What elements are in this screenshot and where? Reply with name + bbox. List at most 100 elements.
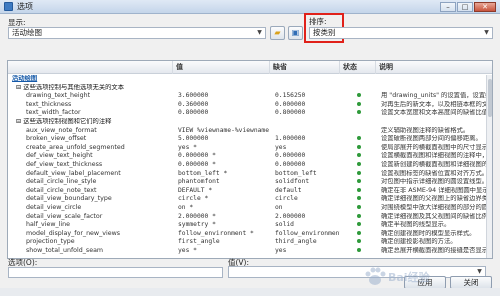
status-cell [344, 221, 374, 230]
status-cell [344, 195, 374, 204]
option-default: circle [275, 195, 298, 203]
option-description: 对包图中指示详细视图的圆设置线型。 [381, 178, 488, 186]
col-status-header[interactable]: 状态 [340, 61, 376, 74]
option-value: 5.000000 [178, 135, 209, 143]
close-window-button[interactable]: ✕ [474, 1, 496, 12]
table-row[interactable]: half_view_line symmetry * solid 确定半视图的线型显示。 [8, 221, 488, 230]
status-ok-icon [357, 213, 361, 218]
status-ok-icon [357, 204, 361, 209]
table-row[interactable]: detail_view_boundary_type circle * circle 确… [8, 195, 488, 204]
option-value: yes * [178, 143, 197, 151]
option-name: broken_view_offset [26, 135, 87, 143]
option-default: 0.000000 [275, 160, 306, 168]
option-value: 0.800000 [178, 109, 209, 117]
table-row[interactable]: broken_view_offset 5.000000 1.000000 设置破断视图… [8, 135, 488, 144]
option-description: 确定半视图的线型显示。 [381, 221, 451, 229]
save-config-button[interactable]: ▣ [288, 26, 303, 40]
col-desc-header[interactable]: 说明 [376, 61, 492, 74]
table-row[interactable]: show_total_unfold_seam yes * yes 确定总展开横截面视图… [8, 247, 488, 256]
group-row[interactable]: 活动绘图 [8, 75, 488, 84]
scroll-thumb[interactable] [488, 79, 492, 117]
option-name: detail_view_scale_factor [26, 212, 103, 220]
table-row[interactable]: detail_circle_note_text DEFAULT * default 确… [8, 187, 488, 196]
option-value [178, 118, 270, 127]
option-default: default [275, 186, 302, 194]
option-default: 0.156250 [275, 92, 306, 100]
status-cell [344, 84, 374, 93]
status-ok-icon [357, 230, 361, 235]
option-description [381, 84, 488, 93]
status-ok-icon [357, 93, 361, 98]
option-default [275, 118, 340, 127]
sort-label: 排序: [309, 17, 327, 26]
maximize-button[interactable]: □ [457, 1, 473, 12]
table-row[interactable]: create_area_unfold_segmented yes * yes 使局部展… [8, 144, 488, 153]
option-value: 0.360000 [178, 100, 209, 108]
table-row[interactable]: aux_view_note_format VIEW %viewname-%view… [8, 127, 488, 136]
status-cell [344, 144, 374, 153]
table-row[interactable]: drawing_text_height 3.600000 0.156250 用 "dr… [8, 92, 488, 101]
option-name: 活动绘图 [12, 75, 38, 82]
grid-rows: 活动绘图 ⊟ 这些选项控制与其他选项无关的文本 drawing_text_heigh… [8, 75, 488, 255]
option-value: VIEW %viewname-%viewname [178, 126, 269, 134]
sort-combo[interactable]: 按类别 ▼ [309, 27, 493, 39]
status-cell [344, 178, 374, 187]
folder-icon: ▰ [274, 28, 281, 37]
table-row[interactable]: text_width_factor 0.800000 0.800000 设置文本宽度和… [8, 109, 488, 118]
option-default: 2.000000 [275, 212, 306, 220]
show-value: 活动绘图 [12, 28, 42, 37]
group-row[interactable]: ⊟ 这些选项控制与其他选项无关的文本 [8, 84, 488, 93]
table-row[interactable]: detail_circle_line_style phantomfont solid… [8, 178, 488, 187]
option-default: 0.800000 [275, 109, 306, 117]
option-description: 设置横截面视图和详细视图的注释中，用 [381, 152, 488, 160]
col-value-header[interactable]: 值 [173, 61, 270, 74]
option-description [381, 75, 488, 84]
options-grid: 值 缺省 状态 说明 活动绘图 ⊟ 这些选项控制与其他选项无关的文本 drawing… [7, 60, 493, 259]
option-value: circle * [178, 195, 209, 203]
show-combo[interactable]: 活动绘图 ▼ [8, 27, 266, 39]
option-value: 0.000000 * [178, 160, 216, 168]
table-row[interactable]: def_view_text_height 0.000000 * 0.000000 设置… [8, 152, 488, 161]
option-value: 2.000000 * [178, 212, 216, 220]
status-ok-icon [357, 196, 361, 201]
option-name: projection_type [26, 238, 75, 246]
option-value: symmetry * [178, 221, 216, 229]
status-ok-icon [357, 187, 361, 192]
option-input[interactable] [8, 267, 223, 278]
table-row[interactable]: projection_type first_angle third_angle 确定创… [8, 238, 488, 247]
table-row[interactable]: def_view_text_thickness 0.000000 * 0.00000… [8, 161, 488, 170]
status-bar [0, 288, 500, 296]
col-name-header[interactable] [8, 61, 173, 74]
col-default-header[interactable]: 缺省 [270, 61, 340, 74]
vertical-scrollbar[interactable] [486, 75, 492, 258]
status-ok-icon [357, 136, 361, 141]
table-row[interactable]: detail_view_circle on * on 对围绕模型中放大详细视图的部分的… [8, 204, 488, 213]
chevron-down-icon: ▼ [484, 29, 489, 36]
option-value: 3.600000 [178, 92, 209, 100]
status-ok-icon [357, 101, 361, 106]
option-default: yes [275, 143, 287, 151]
status-cell [344, 127, 374, 136]
option-default [275, 75, 340, 84]
app-icon [4, 2, 13, 11]
status-cell [344, 75, 374, 84]
status-cell [344, 170, 374, 179]
status-ok-icon [357, 247, 361, 252]
table-row[interactable]: model_display_for_new_views follow_enviro… [8, 230, 488, 239]
minimize-button[interactable]: – [440, 1, 456, 12]
open-config-button[interactable]: ▰ [270, 26, 285, 40]
status-ok-icon [357, 239, 361, 244]
table-row[interactable]: text_thickness 0.360000 0.000000 对再生后的新文本，以… [8, 101, 488, 110]
grid-header: 值 缺省 状态 说明 [8, 61, 492, 74]
option-default: 0.000000 [275, 100, 306, 108]
option-default: 0.000000 [275, 152, 306, 160]
status-cell [344, 204, 374, 213]
status-cell [344, 187, 374, 196]
window-title: 选项 [17, 2, 33, 11]
table-row[interactable]: detail_view_scale_factor 2.000000 * 2.0000… [8, 213, 488, 222]
option-description: 设置视图标签的缺省位置和对齐方式。 [381, 169, 488, 177]
status-ok-icon [357, 153, 361, 158]
watermark-text: Bai经验 [388, 271, 430, 284]
table-row[interactable]: default_view_label_placement bottom_left … [8, 170, 488, 179]
group-row[interactable]: ⊟ 这些选项控制视图和它们的注释 [8, 118, 488, 127]
